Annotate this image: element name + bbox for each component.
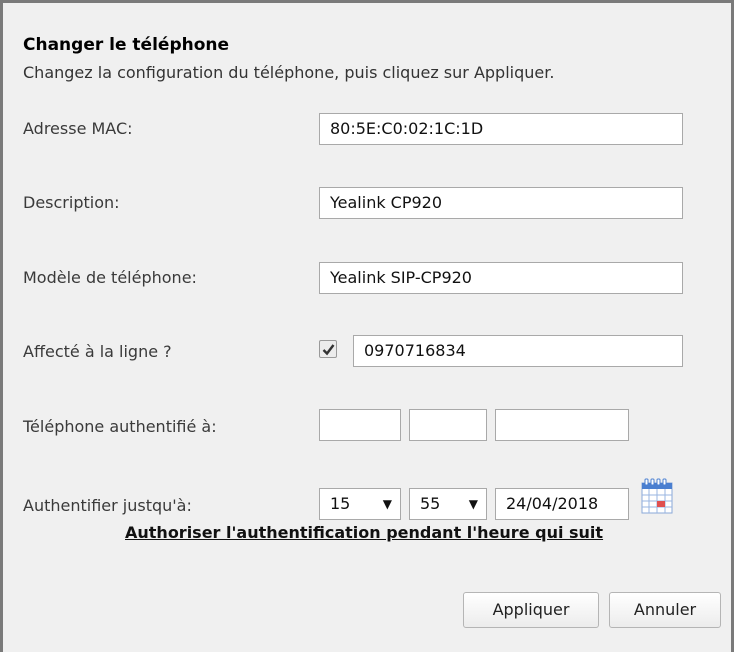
line-checkbox[interactable] [319,340,337,358]
authorize-next-hour-link[interactable]: Authoriser l'authentification pendant l'… [125,523,603,542]
dropdown-arrow-icon: ▼ [468,497,478,511]
authenticated-field-2[interactable] [409,409,487,441]
cancel-button[interactable]: Annuler [609,592,721,628]
dialog-subtitle: Changez la configuration du téléphone, p… [23,63,555,82]
dropdown-arrow-icon: ▼ [382,497,392,511]
description-label: Description: [23,193,120,212]
line-label: Affecté à la ligne ? [23,342,172,361]
calendar-icon[interactable] [641,478,673,514]
apply-button[interactable]: Appliquer [463,592,599,628]
authenticated-label: Téléphone authentifié à: [23,417,217,436]
phone-model-input[interactable]: Yealink SIP-CP920 [319,262,683,294]
hour-select[interactable]: 15 ▼ [319,488,401,520]
checkmark-icon [322,344,335,356]
mac-address-input[interactable]: 80:5E:C0:02:1C:1D [319,113,683,145]
authenticated-field-3[interactable] [495,409,629,441]
mac-label: Adresse MAC: [23,119,133,138]
line-number-input[interactable]: 0970716834 [353,335,683,367]
dialog-title: Changer le téléphone [23,35,230,55]
minute-value: 55 [420,494,441,513]
phone-model-label: Modèle de téléphone: [23,268,197,287]
minute-select[interactable]: 55 ▼ [409,488,487,520]
authenticated-field-1[interactable] [319,409,401,441]
auth-until-label: Authentifier justqu'à: [23,496,192,515]
date-input[interactable]: 24/04/2018 [495,488,629,520]
change-phone-dialog: Changer le téléphone Changez la configur… [0,0,734,652]
hour-value: 15 [330,494,351,513]
description-input[interactable]: Yealink CP920 [319,187,683,219]
